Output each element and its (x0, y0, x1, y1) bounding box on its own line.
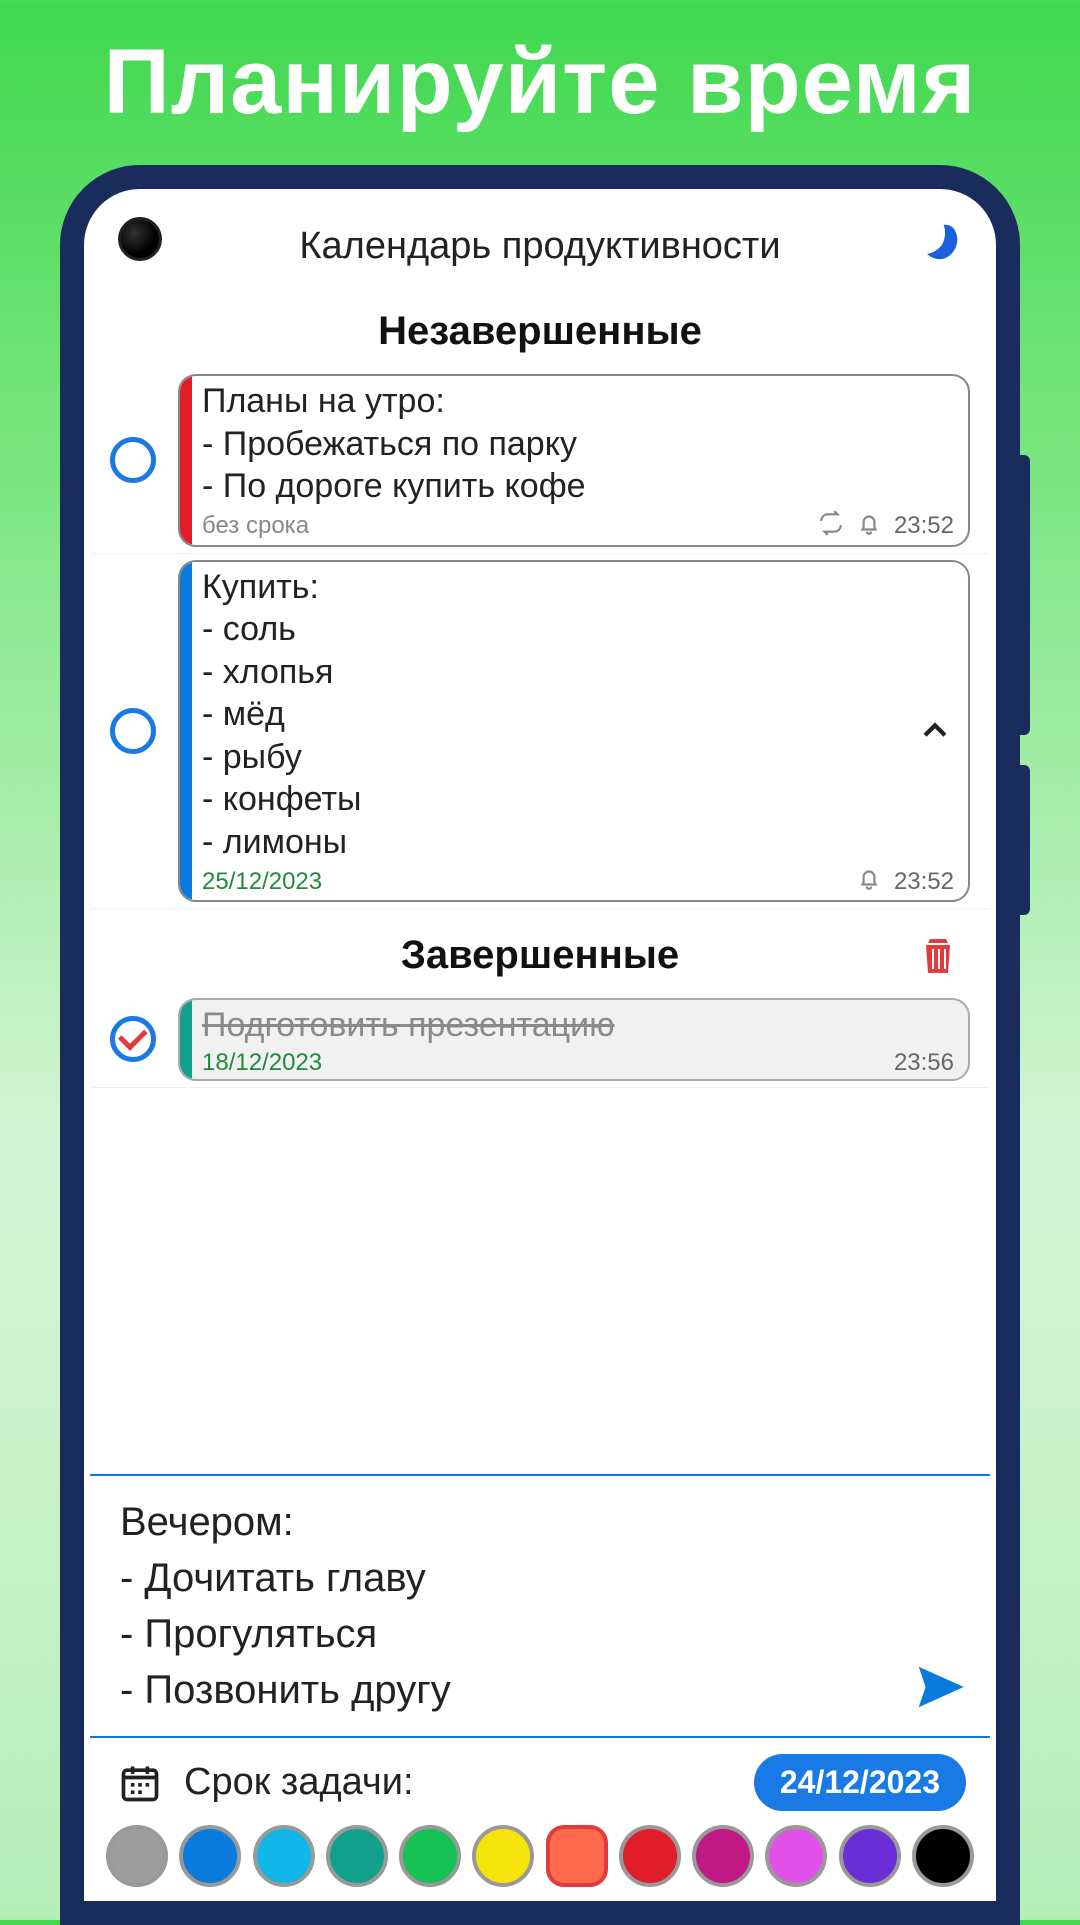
color-swatch[interactable] (839, 1825, 901, 1887)
new-task-editor[interactable]: Вечером: - Дочитать главу - Прогуляться … (90, 1474, 990, 1738)
phone-volume-button (1020, 455, 1030, 735)
chevron-up-icon[interactable] (918, 714, 952, 748)
pending-heading: Незавершенные (90, 309, 990, 354)
task-row: Подготовить презентацию 18/12/2023 23:56 (90, 998, 990, 1088)
task-deadline: без срока (202, 512, 309, 540)
task-card[interactable]: Купить: - соль - хлопья - мёд - рыбу - к… (178, 560, 970, 903)
task-deadline: 25/12/2023 (202, 868, 322, 896)
content-area: Незавершенные Планы на утро: - Пробежать… (90, 291, 990, 1895)
color-swatch[interactable] (546, 1825, 608, 1887)
phone-power-button (1020, 765, 1030, 915)
task-deadline: 18/12/2023 (202, 1049, 322, 1077)
color-palette (90, 1825, 990, 1895)
editor-text[interactable]: Вечером: - Дочитать главу - Прогуляться … (120, 1494, 900, 1718)
task-card[interactable]: Планы на утро: - Пробежаться по парку - … (178, 374, 970, 547)
task-time: 23:56 (894, 1049, 954, 1077)
task-color-bar (180, 376, 192, 545)
color-swatch[interactable] (326, 1825, 388, 1887)
task-time: 23:52 (894, 868, 954, 896)
task-row: Купить: - соль - хлопья - мёд - рыбу - к… (90, 560, 990, 910)
task-meta: 23:56 (894, 1049, 954, 1077)
trash-icon[interactable] (914, 927, 962, 983)
task-meta: 23:52 (818, 510, 954, 543)
dark-mode-icon[interactable] (918, 221, 962, 265)
color-swatch[interactable] (912, 1825, 974, 1887)
phone-mockup: Календарь продуктивности Незавершенные П… (60, 165, 1020, 1925)
task-meta: 23:52 (856, 865, 954, 898)
task-checkbox-checked[interactable] (110, 1016, 156, 1062)
task-text: Подготовить презентацию (202, 1004, 954, 1047)
task-time: 23:52 (894, 512, 954, 540)
task-checkbox[interactable] (110, 437, 156, 483)
task-color-bar (180, 562, 192, 901)
promo-title: Планируйте время (0, 0, 1080, 165)
color-swatch[interactable] (765, 1825, 827, 1887)
task-checkbox[interactable] (110, 708, 156, 754)
repeat-icon (818, 510, 844, 543)
calendar-icon[interactable] (118, 1761, 162, 1805)
deadline-value-pill[interactable]: 24/12/2023 (754, 1754, 966, 1811)
deadline-row: Срок задачи: 24/12/2023 (90, 1738, 990, 1825)
task-text: Планы на утро: - Пробежаться по парку - … (202, 380, 954, 508)
deadline-label: Срок задачи: (184, 1761, 754, 1804)
app-topbar: Календарь продуктивности (90, 201, 990, 291)
phone-camera (118, 217, 162, 261)
bell-icon (856, 865, 882, 898)
color-swatch[interactable] (619, 1825, 681, 1887)
app-title: Календарь продуктивности (299, 225, 780, 268)
color-swatch[interactable] (472, 1825, 534, 1887)
color-swatch[interactable] (399, 1825, 461, 1887)
color-swatch[interactable] (692, 1825, 754, 1887)
bell-icon (856, 510, 882, 543)
done-heading: Завершенные (90, 933, 990, 978)
color-swatch[interactable] (179, 1825, 241, 1887)
task-text: Купить: - соль - хлопья - мёд - рыбу - к… (202, 566, 954, 864)
color-swatch[interactable] (106, 1825, 168, 1887)
send-icon[interactable] (912, 1660, 966, 1714)
task-row: Планы на утро: - Пробежаться по парку - … (90, 374, 990, 554)
task-card[interactable]: Подготовить презентацию 18/12/2023 23:56 (178, 998, 970, 1081)
task-color-bar (180, 1000, 192, 1079)
color-swatch[interactable] (253, 1825, 315, 1887)
